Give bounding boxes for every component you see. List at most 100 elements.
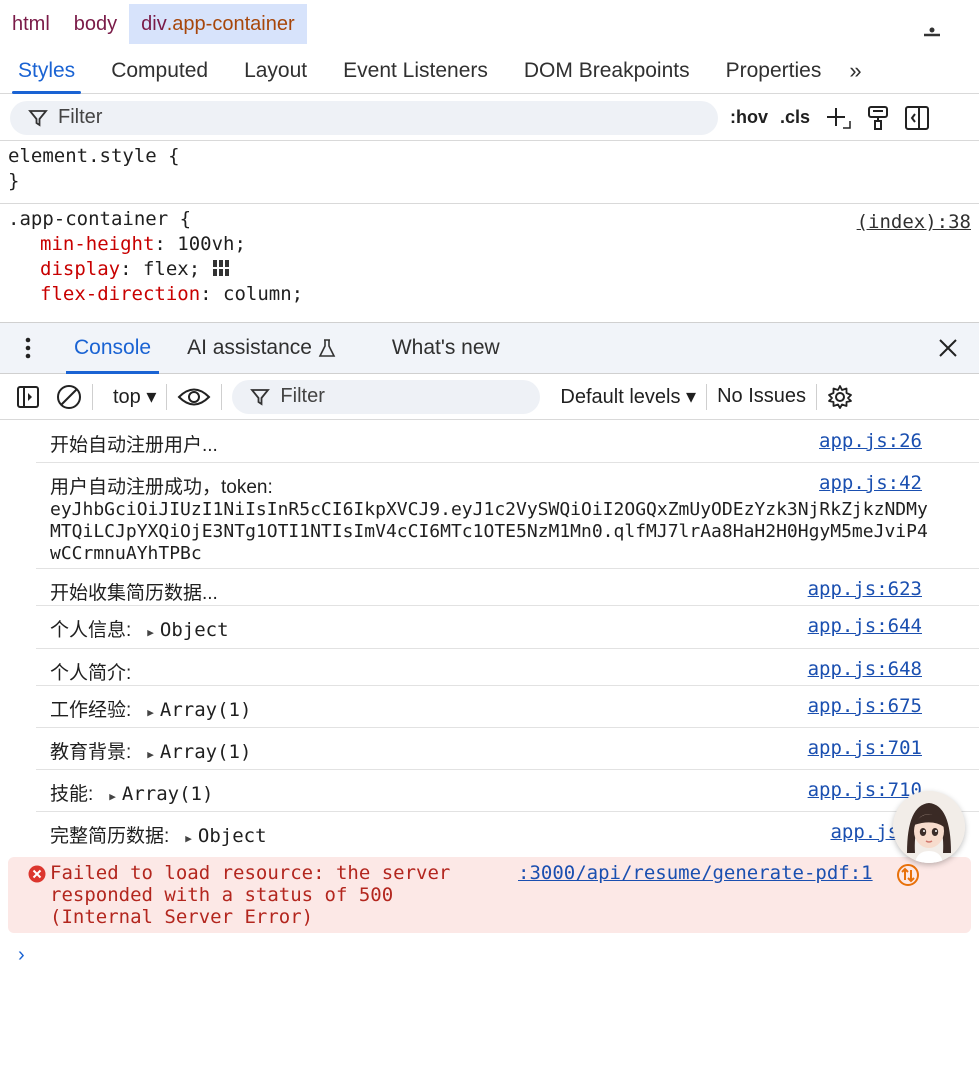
message-source-link[interactable]: app.js:675	[808, 695, 922, 717]
error-icon	[28, 865, 46, 883]
expand-triangle-icon: ▶	[185, 832, 192, 845]
token-value: eyJhbGciOiJIUzI1NiIsInR5cCI6IkpXVCJ9.eyJ…	[50, 499, 928, 564]
toolbar-divider	[706, 383, 708, 410]
message-text: 教育背景:	[50, 742, 132, 763]
console-message: 个人信息: ▶ Object app.js:644	[36, 606, 979, 649]
more-tabs-icon[interactable]: »	[839, 58, 871, 84]
ai-assistance-label: AI assistance	[187, 336, 312, 359]
console-message: 开始自动注册用户... app.js:26	[36, 421, 979, 463]
toolbar-divider	[816, 383, 818, 410]
flex-editor-icon[interactable]	[212, 259, 230, 277]
css-property-display[interactable]: display: flex;	[8, 257, 971, 282]
message-text: 个人信息:	[50, 620, 132, 641]
element-style-rule: element.style { }	[0, 142, 979, 204]
more-options-icon[interactable]	[0, 337, 56, 359]
tab-event-listeners[interactable]: Event Listeners	[325, 48, 506, 94]
avatar-face-icon	[893, 791, 965, 863]
toolbar-divider	[166, 383, 168, 410]
breadcrumb-body[interactable]: body	[62, 4, 129, 44]
app-container-rule: .app-container { (index):38 min-height: …	[0, 204, 979, 307]
hov-button[interactable]: :hov	[730, 107, 768, 128]
flask-icon	[318, 339, 336, 357]
console-message: 技能: ▶ Array(1) app.js:710	[36, 770, 979, 812]
message-text: 完整简历数据:	[50, 826, 170, 847]
breadcrumb-class: .app-container	[166, 12, 295, 35]
rule-source-link[interactable]: (index):38	[857, 210, 971, 235]
breadcrumb-tag: div	[141, 12, 167, 35]
message-source-link[interactable]: app.js:42	[819, 472, 922, 494]
tab-dom-breakpoints[interactable]: DOM Breakpoints	[506, 48, 708, 94]
tab-layout[interactable]: Layout	[226, 48, 325, 94]
console-settings-gear-icon[interactable]	[827, 384, 853, 410]
styles-filter-placeholder: Filter	[58, 106, 103, 128]
toolbar-divider	[92, 383, 93, 410]
message-text: 工作经验:	[50, 700, 132, 721]
tab-ai-assistance[interactable]: AI assistance	[169, 322, 354, 374]
cls-button[interactable]: .cls	[780, 107, 810, 128]
styles-filter-bar: Filter :hov .cls	[0, 95, 979, 141]
drawer-tabbar: Console AI assistance What's new	[0, 322, 979, 374]
clear-console-icon[interactable]	[56, 384, 82, 410]
breadcrumb-html[interactable]: html	[0, 4, 62, 44]
console-message: 工作经验: ▶ Array(1) app.js:675	[36, 686, 979, 728]
styles-filter-input[interactable]: Filter	[10, 100, 718, 135]
console-prompt[interactable]: ›	[18, 944, 25, 967]
tab-styles[interactable]: Styles	[0, 48, 93, 94]
accessibility-icon[interactable]	[921, 26, 943, 48]
breadcrumb-div-app-container[interactable]: div .app-container	[129, 4, 307, 44]
console-message: 个人简介: app.js:648	[36, 649, 979, 686]
filter-icon	[250, 388, 271, 406]
expandable-object[interactable]: ▶ Object	[147, 619, 228, 641]
console-error-message: Failed to load resource: the server resp…	[8, 857, 971, 933]
expandable-object[interactable]: ▶ Array(1)	[109, 783, 213, 805]
issues-counter[interactable]: No Issues	[717, 385, 806, 408]
css-property-min-height[interactable]: min-height: 100vh;	[8, 232, 971, 257]
message-source-link[interactable]: app.js:648	[808, 658, 922, 680]
log-levels-dropdown[interactable]: Default levels ▾	[560, 384, 696, 409]
expand-triangle-icon: ▶	[109, 790, 116, 803]
expandable-object[interactable]: ▶ Array(1)	[147, 699, 251, 721]
expandable-object[interactable]: ▶ Array(1)	[147, 741, 251, 763]
styles-tabbar: Styles Computed Layout Event Listeners D…	[0, 48, 979, 94]
network-request-icon[interactable]	[896, 863, 920, 887]
error-text: Failed to load resource: the server resp…	[50, 862, 451, 928]
console-message: 开始收集简历数据... app.js:623	[36, 569, 979, 606]
console-message: 完整简历数据: ▶ Object app.js:7	[36, 812, 979, 855]
console-filter-input[interactable]: Filter	[232, 379, 541, 414]
element-style-close: }	[8, 170, 20, 192]
error-source-link[interactable]: :3000/api/resume/generate-pdf:1	[518, 862, 873, 884]
filter-icon	[28, 109, 48, 127]
toolbar-divider	[221, 383, 223, 410]
tab-properties[interactable]: Properties	[708, 48, 840, 94]
tab-whats-new[interactable]: What's new	[374, 322, 518, 374]
live-expression-eye-icon[interactable]	[177, 386, 211, 408]
message-source-link[interactable]: app.js:623	[808, 578, 922, 600]
expand-triangle-icon: ▶	[147, 706, 154, 719]
message-source-link[interactable]: app.js:710	[808, 779, 922, 801]
console-filter-placeholder: Filter	[280, 385, 325, 407]
app-container-selector[interactable]: .app-container {	[8, 207, 971, 232]
console-message: 用户自动注册成功，token: eyJhbGciOiJIUzI1NiIsInR5…	[36, 463, 979, 569]
console-message: 教育背景: ▶ Array(1) app.js:701	[36, 728, 979, 770]
toggle-sidebar-icon[interactable]	[904, 105, 930, 131]
context-selector[interactable]: top ▾	[113, 384, 156, 409]
css-property-flex-direction[interactable]: flex-direction: column;	[8, 282, 971, 307]
close-drawer-icon[interactable]	[935, 335, 961, 361]
message-source-link[interactable]: app.js:26	[819, 430, 922, 452]
expand-triangle-icon: ▶	[147, 748, 154, 761]
message-text: 技能:	[50, 784, 94, 805]
show-sidebar-icon[interactable]	[16, 385, 40, 409]
element-style-selector: element.style {	[8, 145, 180, 167]
dom-breadcrumb: html body div .app-container	[0, 4, 979, 44]
message-source-link[interactable]: app.js:644	[808, 615, 922, 637]
new-style-rule-icon[interactable]	[824, 104, 852, 132]
tab-console[interactable]: Console	[56, 322, 169, 374]
tab-computed[interactable]: Computed	[93, 48, 226, 94]
paint-roller-icon[interactable]	[866, 105, 890, 131]
console-toolbar: top ▾ Filter Default levels ▾ No Issues	[0, 374, 979, 420]
assistant-avatar[interactable]	[893, 791, 965, 863]
expandable-object[interactable]: ▶ Object	[185, 825, 266, 847]
expand-triangle-icon: ▶	[147, 626, 154, 639]
message-source-link[interactable]: app.js:701	[808, 737, 922, 759]
style-rules: element.style { } .app-container { (inde…	[0, 142, 979, 322]
